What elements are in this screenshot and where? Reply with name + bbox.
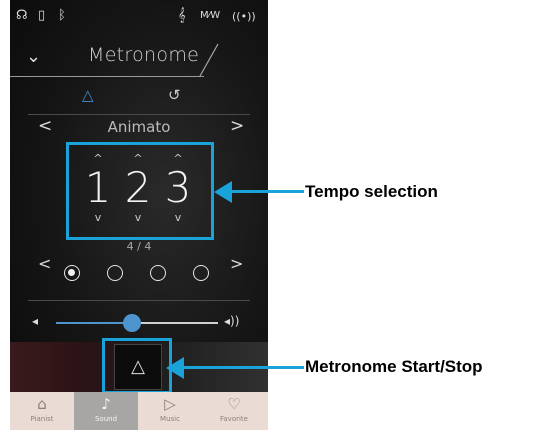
nav-label: Sound: [94, 415, 118, 423]
preset-next-icon[interactable]: >: [230, 116, 244, 136]
music-note-icon: ♪: [101, 395, 111, 413]
metronome-icon: △: [131, 356, 145, 377]
midi-icon: M⁄W: [200, 10, 221, 21]
volume-low-icon: ◂: [32, 314, 39, 328]
nav-label: Favorite: [220, 415, 248, 423]
collapse-chevron-icon[interactable]: ⌄: [26, 46, 41, 67]
play-icon: ▷: [164, 395, 176, 413]
volume-fill: [56, 322, 132, 324]
microphone-icon: 𝄞: [178, 8, 186, 23]
bottom-nav: ⌂ Pianist ♪ Sound ▷ Music ♡ Favorite: [10, 392, 268, 430]
beat-selector: < >: [10, 254, 268, 288]
mode-tabs: △ ↺: [10, 84, 268, 114]
beat-prev-icon[interactable]: <: [38, 254, 51, 273]
divider: [28, 300, 250, 301]
tempo-digit: 1: [84, 163, 112, 212]
beat-option-4[interactable]: [193, 265, 209, 281]
nav-item-favorite[interactable]: ♡ Favorite: [202, 392, 266, 430]
beat-option-2[interactable]: [107, 265, 123, 281]
chevron-down-icon[interactable]: v: [119, 211, 157, 224]
nav-item-pianist[interactable]: ⌂ Pianist: [10, 392, 74, 430]
tempo-digit-hundreds: ^ 1 v: [79, 152, 117, 224]
tempo-digit-tens: ^ 2 v: [119, 152, 157, 224]
beat-next-icon[interactable]: >: [230, 254, 243, 273]
rhythm-drum-icon[interactable]: ↺: [168, 86, 181, 104]
nav-label: Pianist: [30, 415, 54, 423]
header-underline: [10, 76, 204, 77]
callout-label-start-stop: Metronome Start/Stop: [305, 357, 483, 376]
headphones-icon: ☊: [16, 8, 28, 23]
beat-option-3[interactable]: [150, 265, 166, 281]
beat-signature: 4 / 4: [126, 240, 152, 253]
tempo-digit-ones: ^ 3 v: [159, 152, 197, 224]
preset-selector: < Animato >: [10, 112, 268, 140]
tempo-digit: 2: [124, 163, 152, 212]
callout-line-tempo: [230, 190, 304, 193]
nav-label: Music: [160, 415, 180, 423]
header: ⌄ Metronome: [10, 38, 268, 82]
volume-slider-handle[interactable]: [123, 314, 141, 332]
usb-memory-icon: ▯: [38, 8, 46, 23]
beat-option-1[interactable]: [64, 265, 80, 281]
volume-high-icon: ◂)): [224, 314, 240, 328]
status-bar: ☊ ▯ ᛒ 𝄞 M⁄W ((•)): [10, 0, 268, 36]
tempo-digit: 3: [164, 163, 192, 212]
metronome-icon[interactable]: △: [82, 86, 94, 104]
heart-icon: ♡: [227, 395, 241, 413]
callout-label-tempo: Tempo selection: [305, 182, 438, 201]
bluetooth-icon: ᛒ: [58, 8, 66, 23]
chevron-down-icon[interactable]: v: [159, 211, 197, 224]
nav-item-sound[interactable]: ♪ Sound: [74, 392, 138, 430]
nav-item-music[interactable]: ▷ Music: [138, 392, 202, 430]
header-divider-icon: [199, 43, 219, 77]
volume-control: ◂ ◂)): [10, 312, 268, 334]
callout-line-start-stop: [182, 366, 304, 369]
wireless-icon: ((•)): [232, 10, 256, 23]
chevron-down-icon[interactable]: v: [79, 211, 117, 224]
page-title: Metronome: [88, 44, 200, 66]
metronome-start-stop-button[interactable]: △: [114, 344, 162, 390]
piano-icon: ⌂: [37, 395, 47, 413]
